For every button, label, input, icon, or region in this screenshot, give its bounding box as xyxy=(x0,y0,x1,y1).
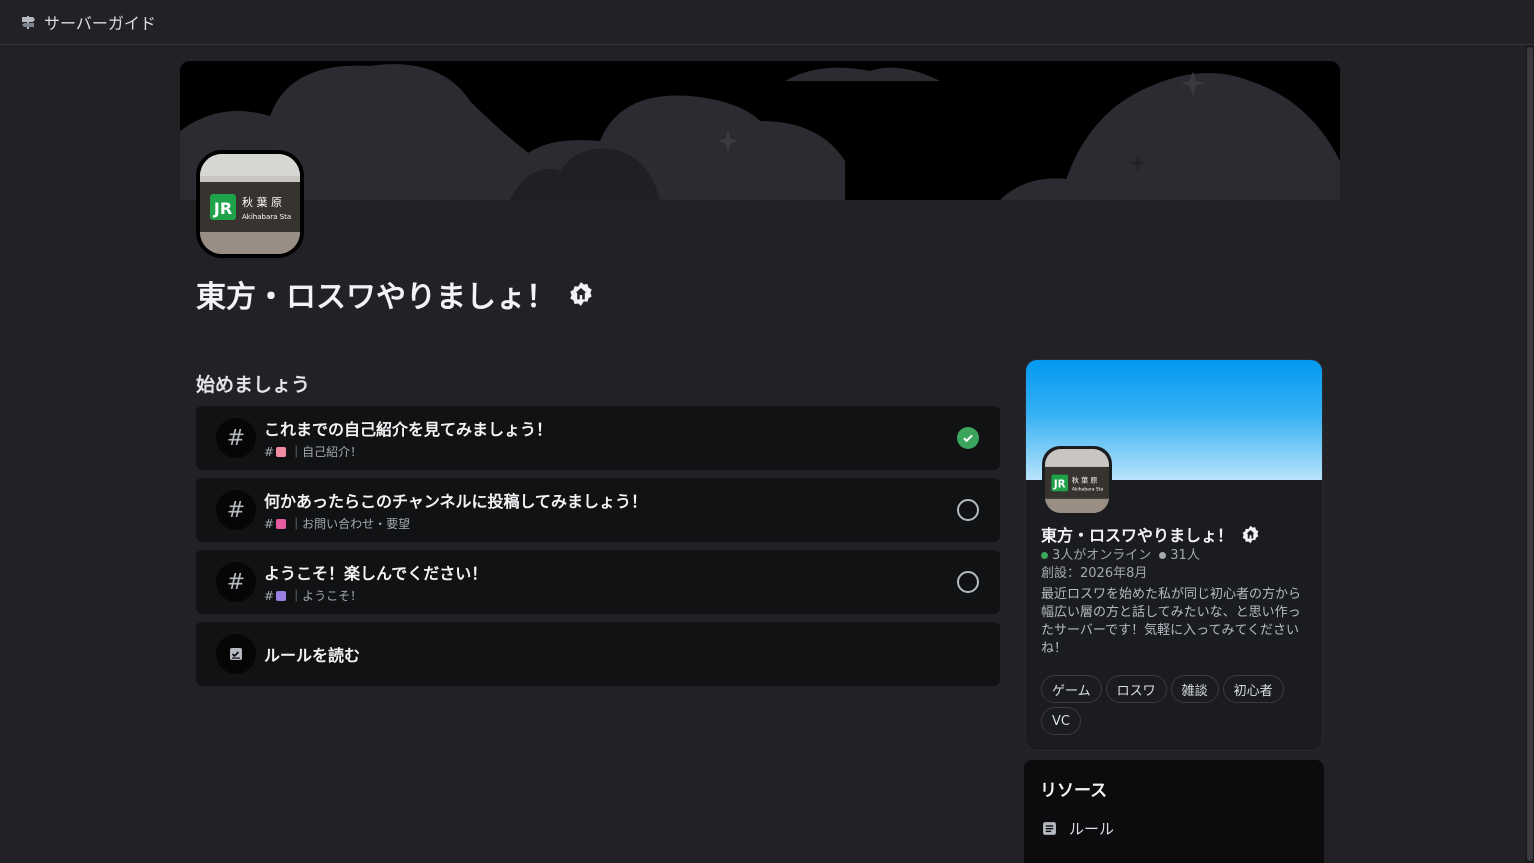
resources-panel: リソース ルール xyxy=(1024,760,1324,863)
completed-check-icon xyxy=(957,427,979,449)
card-name-text: 東方・ロスワやりましょ！ xyxy=(1041,526,1234,545)
rules-label: ルールを読む xyxy=(264,646,361,665)
card-icon-romaji: Akihabara Sta xyxy=(1072,487,1104,493)
tag-chip[interactable]: ゲーム xyxy=(1041,675,1102,703)
task-item[interactable]: # 何かあったらこのチャンネルに投稿してみましょう！ # ｜お問い合わせ・要望 xyxy=(196,478,1000,542)
server-description: 最近ロスワを始めた私が同じ初心者の方から幅広い層の方と話してみたいな、と思い作っ… xyxy=(1041,587,1302,656)
task-item[interactable]: # ようこそ！楽しんでください！ # ｜ようこそ！ xyxy=(196,550,1000,614)
card-server-name: 東方・ロスワやりましょ！ xyxy=(1041,522,1260,546)
scrollbar-thumb[interactable] xyxy=(1527,47,1533,861)
tag-chip[interactable]: VC xyxy=(1041,707,1081,735)
member-count: 31人 xyxy=(1159,544,1200,563)
online-text: 3人がオンライン xyxy=(1052,548,1152,563)
rules-icon xyxy=(216,634,256,674)
channel-hash-icon: # xyxy=(216,562,256,602)
scrollbar[interactable] xyxy=(1526,45,1534,863)
hash-symbol: # xyxy=(264,588,275,603)
task-channel: # ｜ようこそ！ xyxy=(264,587,487,604)
getting-started-heading: 始めましょう xyxy=(196,374,311,396)
resources-heading: リソース xyxy=(1040,781,1108,801)
channel-emoji-icon xyxy=(276,590,287,601)
task-title: ようこそ！楽しんでください！ xyxy=(264,564,488,583)
task-channel: # ｜お問い合わせ・要望 xyxy=(264,515,647,532)
channel-name: ｜お問い合わせ・要望 xyxy=(290,517,411,531)
channel-hash-icon: # xyxy=(216,418,256,458)
task-item[interactable]: # これまでの自己紹介を見てみましょう！ # ｜自己紹介！ xyxy=(196,406,1000,470)
member-stats: 3人がオンライン 31人 xyxy=(1041,544,1200,563)
server-banner xyxy=(180,61,1340,200)
tag-list: ゲーム ロスワ 雑談 初心者 VC xyxy=(1041,675,1311,735)
resource-label: ルール xyxy=(1069,820,1115,838)
member-dot-icon xyxy=(1159,552,1167,559)
tag-chip[interactable]: 初心者 xyxy=(1222,675,1284,703)
tag-chip[interactable]: 雑談 xyxy=(1170,675,1219,703)
icon-romaji: Akihabara Sta xyxy=(242,213,291,221)
server-name: 東方・ロスワやりましょ！ xyxy=(196,272,594,316)
community-badge-icon xyxy=(570,282,592,306)
task-channel: # ｜自己紹介！ xyxy=(264,443,552,460)
card-server-icon: JR 秋 葉 原 Akihabara Sta xyxy=(1042,446,1112,516)
hash-symbol: # xyxy=(264,516,275,531)
card-icon-kanji: 秋 葉 原 xyxy=(1072,475,1098,484)
server-info-card: JR 秋 葉 原 Akihabara Sta 東方・ロスワやりましょ！ 3人がオ… xyxy=(1025,359,1323,751)
server-icon: JR 秋 葉 原 Akihabara Sta xyxy=(196,150,304,258)
top-bar: サーバーガイド xyxy=(0,0,1534,45)
channel-emoji-icon xyxy=(276,446,287,457)
read-rules-button[interactable]: ルールを読む xyxy=(196,622,1000,686)
founded-date: 創設：2026年8月 xyxy=(1041,566,1148,581)
online-count: 3人がオンライン xyxy=(1041,544,1151,563)
document-icon xyxy=(1043,822,1056,835)
task-title: 何かあったらこのチャンネルに投稿してみましょう！ xyxy=(264,492,648,511)
incomplete-circle-icon xyxy=(957,571,979,593)
hash-symbol: # xyxy=(264,444,275,459)
tag-chip[interactable]: ロスワ xyxy=(1105,675,1167,703)
signpost-icon xyxy=(18,12,38,32)
channel-hash-icon: # xyxy=(216,490,256,530)
server-name-text: 東方・ロスワやりましょ！ xyxy=(196,280,556,315)
channel-emoji-icon xyxy=(276,518,287,529)
task-title: これまでの自己紹介を見てみましょう！ xyxy=(264,420,553,439)
page-title: サーバーガイド xyxy=(44,14,156,33)
svg-text:JR: JR xyxy=(213,199,232,218)
svg-text:JR: JR xyxy=(1053,478,1066,490)
icon-kanji: 秋 葉 原 xyxy=(242,195,282,209)
incomplete-circle-icon xyxy=(957,499,979,521)
members-text: 31人 xyxy=(1170,548,1200,563)
community-badge-icon xyxy=(1242,525,1259,543)
channel-name: ｜自己紹介！ xyxy=(290,445,363,459)
resource-item-rules[interactable]: ルール xyxy=(1042,818,1114,839)
online-dot-icon xyxy=(1041,552,1048,559)
channel-name: ｜ようこそ！ xyxy=(290,589,363,603)
